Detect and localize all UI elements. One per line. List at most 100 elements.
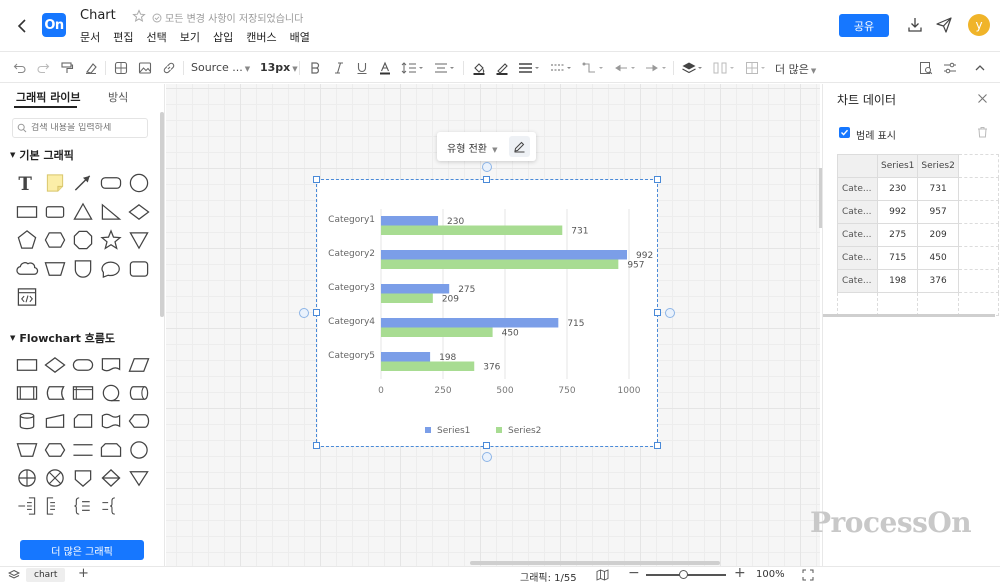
value-cell[interactable]: 198 — [876, 269, 919, 293]
section-flowchart[interactable]: ▼ Flowchart 흐름도 — [10, 330, 115, 346]
manual-input-icon[interactable] — [43, 410, 67, 432]
map-icon[interactable] — [596, 569, 609, 581]
collapse-toolbar-icon[interactable] — [972, 60, 988, 76]
menu-select[interactable]: 선택 — [147, 29, 167, 45]
code-block-icon[interactable] — [15, 286, 39, 308]
ellipse-icon[interactable] — [99, 258, 123, 280]
display-icon[interactable] — [127, 410, 151, 432]
value-cell[interactable]: 275 — [876, 223, 919, 247]
image-icon[interactable] — [137, 60, 153, 76]
series-header-cell[interactable]: Series2 — [917, 154, 959, 178]
layers-icon[interactable] — [8, 569, 20, 581]
pentagon-icon[interactable] — [15, 229, 39, 251]
menu-insert[interactable]: 삽입 — [213, 29, 233, 45]
menu-document[interactable]: 문서 — [80, 29, 100, 45]
direct-data-icon[interactable] — [127, 382, 151, 404]
document-shape-icon[interactable] — [99, 354, 123, 376]
rectangle-icon[interactable] — [15, 201, 39, 223]
predefined-process-icon[interactable] — [15, 382, 39, 404]
align-icon[interactable] — [433, 60, 457, 76]
italic-icon[interactable] — [331, 60, 347, 76]
data-table-scrollbar[interactable] — [823, 314, 995, 317]
resize-handle-se[interactable] — [654, 442, 661, 449]
star-icon[interactable] — [132, 9, 146, 23]
circle-icon[interactable] — [127, 172, 151, 194]
shape-search-box[interactable] — [12, 118, 148, 138]
fill-color-icon[interactable] — [471, 60, 487, 76]
tab-style[interactable]: 방식 — [108, 89, 128, 105]
database-icon[interactable] — [15, 410, 39, 432]
zoom-out-button[interactable]: − — [628, 565, 640, 581]
clear-format-icon[interactable] — [83, 60, 99, 76]
value-cell[interactable]: 376 — [917, 269, 959, 293]
arrow-line-icon[interactable] — [71, 172, 95, 194]
left-panel-scrollbar[interactable] — [160, 112, 164, 317]
line-style-icon[interactable] — [550, 60, 574, 76]
shield-shape-icon[interactable] — [71, 258, 95, 280]
terminator-icon[interactable] — [71, 354, 95, 376]
category-row-header[interactable]: Cate... — [837, 200, 878, 224]
decision-icon[interactable] — [43, 354, 67, 376]
empty-cell[interactable] — [876, 292, 919, 316]
summing-junction-icon[interactable] — [43, 467, 67, 489]
tab-graphics-library[interactable]: 그래픽 라이브 — [16, 89, 81, 105]
resize-handle-ne[interactable] — [654, 176, 661, 183]
empty-cell[interactable] — [837, 292, 878, 316]
chart-type-switch[interactable]: 유형 전환 ▼ — [447, 140, 498, 155]
empty-cell[interactable] — [917, 292, 959, 316]
more-shapes-button[interactable]: 더 많은 그래픽 — [20, 540, 144, 560]
star-shape-icon[interactable] — [99, 229, 123, 251]
font-size-select[interactable]: 13px ▼ — [260, 61, 298, 74]
fullscreen-icon[interactable] — [802, 569, 814, 581]
rounded-square-icon[interactable] — [43, 201, 67, 223]
or-gate-icon[interactable] — [15, 467, 39, 489]
undo-icon[interactable] — [12, 60, 28, 76]
value-cell[interactable]: 209 — [917, 223, 959, 247]
value-cell[interactable]: 715 — [876, 246, 919, 270]
menu-arrange[interactable]: 배열 — [290, 29, 310, 45]
trash-icon[interactable] — [977, 126, 988, 138]
hexagon-icon[interactable] — [43, 229, 67, 251]
empty-cell[interactable] — [957, 269, 999, 293]
off-page-icon[interactable] — [71, 467, 95, 489]
annotation-left-icon[interactable] — [15, 495, 39, 517]
show-legend-checkbox[interactable] — [839, 127, 850, 138]
download-icon[interactable] — [906, 16, 924, 34]
edit-chart-data-button[interactable] — [509, 136, 530, 157]
connector-circle-icon[interactable] — [127, 439, 151, 461]
menu-edit[interactable]: 편집 — [113, 29, 133, 45]
close-icon[interactable] — [977, 93, 988, 104]
loop-limit-icon[interactable] — [99, 439, 123, 461]
brace-right-icon[interactable] — [99, 495, 123, 517]
empty-cell[interactable] — [957, 223, 999, 247]
table-corner-cell[interactable] — [837, 154, 878, 178]
value-cell[interactable]: 450 — [917, 246, 959, 270]
send-icon[interactable] — [935, 16, 953, 34]
document-title[interactable]: Chart — [80, 8, 116, 23]
user-avatar[interactable]: y — [968, 14, 990, 36]
line-spacing-icon[interactable] — [401, 60, 425, 76]
canvas-vertical-scrollbar[interactable] — [819, 168, 822, 228]
empty-cell[interactable] — [957, 154, 999, 178]
empty-cell[interactable] — [957, 292, 999, 316]
sticky-note-icon[interactable] — [43, 172, 67, 194]
start-arrow-icon[interactable] — [614, 60, 638, 76]
share-button[interactable]: 공유 — [839, 14, 889, 37]
parallel-mode-icon[interactable] — [71, 439, 95, 461]
diamond-icon[interactable] — [127, 201, 151, 223]
back-button[interactable] — [12, 15, 32, 37]
trapezoid-icon[interactable] — [43, 258, 67, 280]
table-icon[interactable] — [113, 60, 129, 76]
process-icon[interactable] — [15, 354, 39, 376]
value-cell[interactable]: 230 — [876, 177, 919, 201]
category-row-header[interactable]: Cate... — [837, 269, 878, 293]
end-arrow-icon[interactable] — [645, 60, 669, 76]
group-icon[interactable] — [745, 60, 769, 76]
menu-view[interactable]: 보기 — [180, 29, 200, 45]
merge-icon[interactable] — [127, 467, 151, 489]
brace-left-icon[interactable] — [71, 495, 95, 517]
connection-anchor-bottom[interactable] — [482, 452, 492, 462]
layer-icon[interactable] — [681, 60, 705, 76]
connection-anchor-left[interactable] — [299, 308, 309, 318]
card-icon[interactable] — [71, 410, 95, 432]
